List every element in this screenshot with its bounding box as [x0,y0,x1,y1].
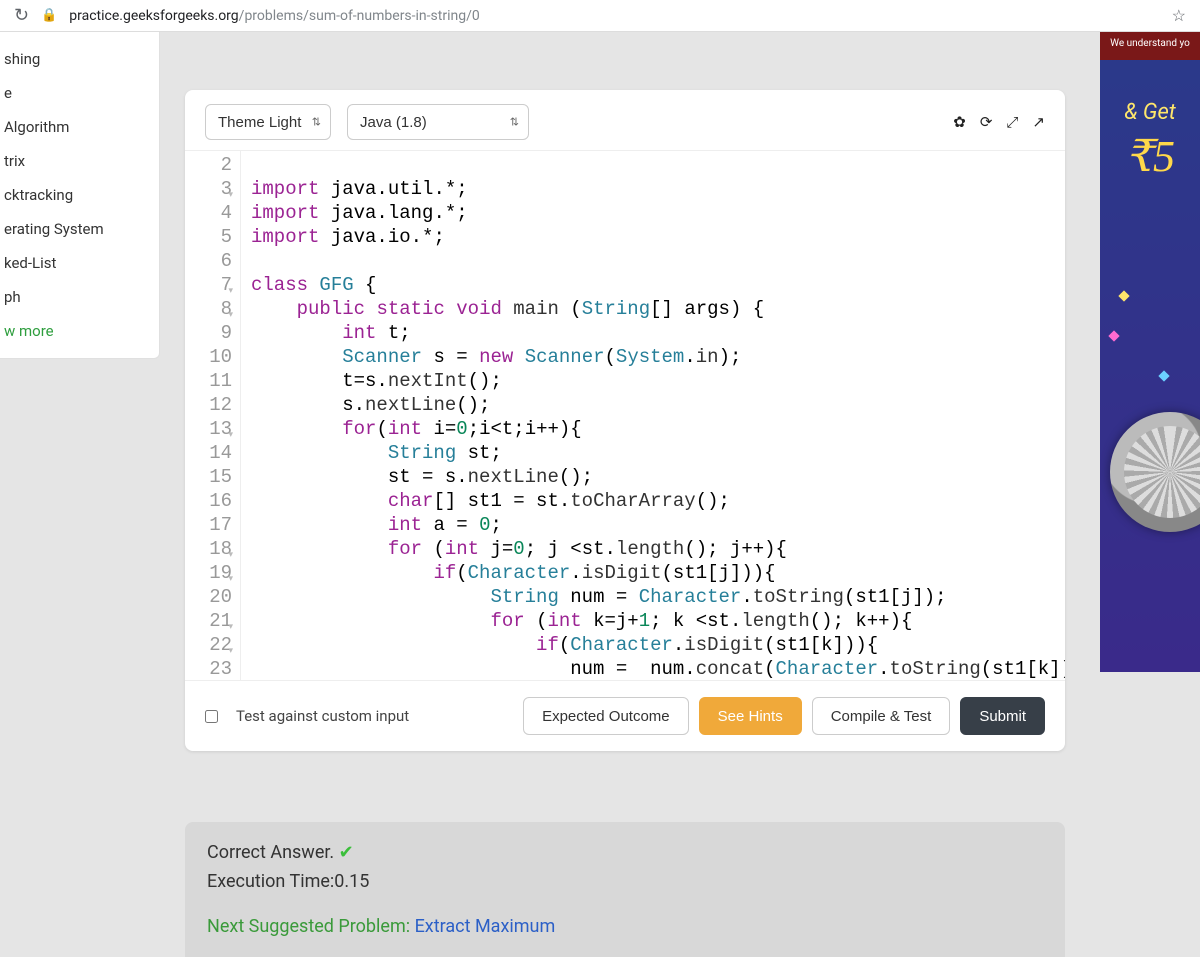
expected-outcome-button[interactable]: Expected Outcome [523,697,689,735]
code-content[interactable]: import java.util.*;import java.lang.*;im… [241,151,1065,680]
sidebar-item[interactable]: cktracking [0,178,159,212]
result-panel: Correct Answer. ✔ Execution Time:0.15 Ne… [185,822,1065,957]
ad-header: We understand yo [1100,32,1200,60]
next-problem-label: Next Suggested Problem: [207,916,410,937]
exec-time-label: Execution Time: [207,871,334,892]
refresh-icon[interactable]: ⟳ [980,113,993,131]
see-hints-button[interactable]: See Hints [699,697,802,735]
sidebar-show-more[interactable]: w more [0,314,159,348]
expand-icon[interactable]: ⤢ [1006,113,1018,131]
sidebar-item[interactable]: trix [0,144,159,178]
browser-address-bar: ↻ 🔒 practice.geeksforgeeks.org/problems/… [0,0,1200,32]
custom-input-checkbox[interactable] [205,710,218,723]
result-status: Correct Answer. ✔ [207,842,1043,863]
editor-footer: Test against custom input Expected Outco… [185,680,1065,751]
submit-button[interactable]: Submit [960,697,1045,735]
code-editor-card: Theme Light Java (1.8) ✿ ⟳ ⤢ ↗ 234567891… [185,90,1065,751]
editor-toolbar: Theme Light Java (1.8) ✿ ⟳ ⤢ ↗ [185,90,1065,150]
sidebar-item[interactable]: Algorithm [0,110,159,144]
ad-confetti [1118,290,1129,301]
code-editor[interactable]: 23456789101112131415161718192021222324 i… [185,150,1065,680]
sidebar-item[interactable]: erating System [0,212,159,246]
execution-time: Execution Time:0.15 [207,871,1043,892]
next-problem-line: Next Suggested Problem: Extract Maximum [207,916,1043,937]
ad-line1: & Get [1100,100,1200,125]
sidebar-item[interactable]: ked-List [0,246,159,280]
checkmark-icon: ✔ [339,842,354,863]
advertisement-panel[interactable]: We understand yo & Get ₹5 [1100,32,1200,672]
lock-icon: 🔒 [41,8,57,23]
ad-graphic-reel [1110,412,1200,532]
language-select[interactable]: Java (1.8) [347,104,529,140]
fullscreen-icon[interactable]: ↗ [1032,113,1045,131]
bookmark-star-icon[interactable]: ☆ [1172,6,1186,25]
exec-time-value: 0.15 [334,871,369,892]
next-problem-link[interactable]: Extract Maximum [415,916,556,937]
theme-select[interactable]: Theme Light [205,104,331,140]
sidebar-item[interactable]: e [0,76,159,110]
sidebar-item[interactable]: shing [0,42,159,76]
ad-confetti [1158,370,1169,381]
ad-confetti [1108,330,1119,341]
sidebar-item[interactable]: ph [0,280,159,314]
reload-icon[interactable]: ↻ [14,5,29,26]
line-number-gutter: 23456789101112131415161718192021222324 [185,151,241,680]
compile-test-button[interactable]: Compile & Test [812,697,951,735]
custom-input-label: Test against custom input [236,707,409,725]
url-path: /problems/sum-of-numbers-in-string/0 [239,8,480,24]
settings-gear-icon[interactable]: ✿ [953,113,966,131]
url-domain: practice.geeksforgeeks.org [69,8,238,24]
url-text[interactable]: practice.geeksforgeeks.org/problems/sum-… [69,8,1159,24]
ad-price: ₹5 [1100,131,1200,182]
topics-sidebar: shing e Algorithm trix cktracking eratin… [0,32,160,359]
correct-answer-label: Correct Answer. [207,842,334,863]
